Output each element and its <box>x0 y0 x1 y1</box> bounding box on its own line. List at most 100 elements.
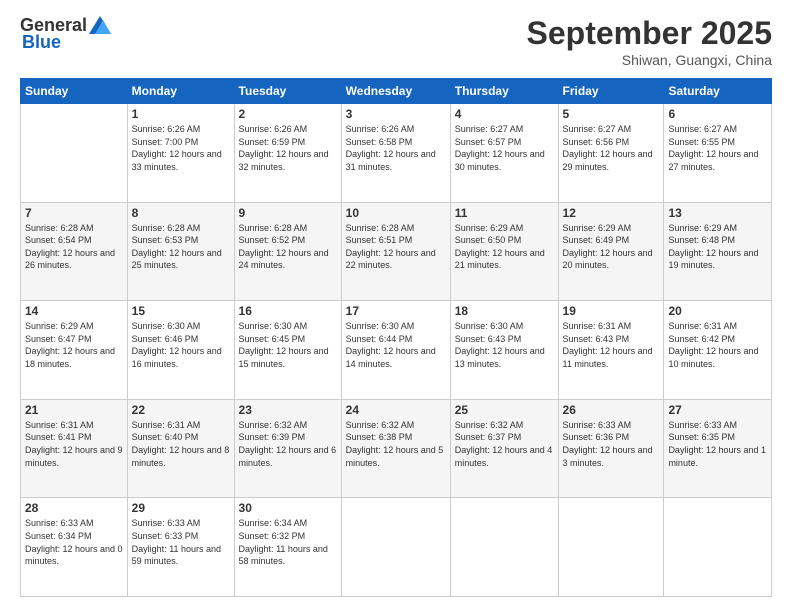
day-number: 23 <box>239 403 337 417</box>
calendar-cell: 9 Sunrise: 6:28 AM Sunset: 6:52 PM Daylig… <box>234 202 341 301</box>
weekday-header: Sunday <box>21 79 128 104</box>
calendar-cell: 6 Sunrise: 6:27 AM Sunset: 6:55 PM Daylig… <box>664 104 772 203</box>
calendar-cell: 10 Sunrise: 6:28 AM Sunset: 6:51 PM Dayli… <box>341 202 450 301</box>
day-info: Sunrise: 6:27 AM Sunset: 6:55 PM Dayligh… <box>668 123 767 173</box>
day-number: 21 <box>25 403 123 417</box>
day-number: 1 <box>132 107 230 121</box>
day-info: Sunrise: 6:30 AM Sunset: 6:44 PM Dayligh… <box>346 320 446 370</box>
day-number: 27 <box>668 403 767 417</box>
day-number: 5 <box>563 107 660 121</box>
weekday-header: Saturday <box>664 79 772 104</box>
day-number: 24 <box>346 403 446 417</box>
calendar-cell: 27 Sunrise: 6:33 AM Sunset: 6:35 PM Dayli… <box>664 399 772 498</box>
calendar-cell: 18Sunrise: 6:30 AM Sunset: 6:43 PM Dayli… <box>450 301 558 400</box>
day-number: 12 <box>563 206 660 220</box>
calendar-cell: 16Sunrise: 6:30 AM Sunset: 6:45 PM Dayli… <box>234 301 341 400</box>
logo-text-blue: Blue <box>22 32 61 53</box>
weekday-header: Friday <box>558 79 664 104</box>
calendar-cell <box>664 498 772 597</box>
logo-icon <box>89 16 111 34</box>
calendar-week-row: 21 Sunrise: 6:31 AM Sunset: 6:41 PM Dayli… <box>21 399 772 498</box>
calendar-cell: 19 Sunrise: 6:31 AM Sunset: 6:43 PM Dayli… <box>558 301 664 400</box>
day-info: Sunrise: 6:34 AM Sunset: 6:32 PM Dayligh… <box>239 517 337 567</box>
title-section: September 2025 Shiwan, Guangxi, China <box>527 15 772 68</box>
day-number: 28 <box>25 501 123 515</box>
day-number: 6 <box>668 107 767 121</box>
day-info: Sunrise: 6:28 AM Sunset: 6:52 PM Dayligh… <box>239 222 337 272</box>
weekday-header: Tuesday <box>234 79 341 104</box>
day-info: Sunrise: 6:33 AM Sunset: 6:33 PM Dayligh… <box>132 517 230 567</box>
day-number: 11 <box>455 206 554 220</box>
calendar-header-row: SundayMondayTuesdayWednesdayThursdayFrid… <box>21 79 772 104</box>
day-number: 7 <box>25 206 123 220</box>
day-number: 30 <box>239 501 337 515</box>
calendar-cell: 8Sunrise: 6:28 AM Sunset: 6:53 PM Daylig… <box>127 202 234 301</box>
day-info: Sunrise: 6:27 AM Sunset: 6:57 PM Dayligh… <box>455 123 554 173</box>
calendar-cell: 22 Sunrise: 6:31 AM Sunset: 6:40 PM Dayli… <box>127 399 234 498</box>
calendar-cell: 2Sunrise: 6:26 AM Sunset: 6:59 PM Daylig… <box>234 104 341 203</box>
day-info: Sunrise: 6:26 AM Sunset: 6:59 PM Dayligh… <box>239 123 337 173</box>
day-info: Sunrise: 6:31 AM Sunset: 6:41 PM Dayligh… <box>25 419 123 469</box>
day-info: Sunrise: 6:32 AM Sunset: 6:38 PM Dayligh… <box>346 419 446 469</box>
day-number: 20 <box>668 304 767 318</box>
day-info: Sunrise: 6:30 AM Sunset: 6:46 PM Dayligh… <box>132 320 230 370</box>
calendar-cell: 15 Sunrise: 6:30 AM Sunset: 6:46 PM Dayli… <box>127 301 234 400</box>
calendar-cell: 29 Sunrise: 6:33 AM Sunset: 6:33 PM Dayli… <box>127 498 234 597</box>
day-number: 18 <box>455 304 554 318</box>
calendar-week-row: 28Sunrise: 6:33 AM Sunset: 6:34 PM Dayli… <box>21 498 772 597</box>
weekday-header: Wednesday <box>341 79 450 104</box>
day-info: Sunrise: 6:30 AM Sunset: 6:45 PM Dayligh… <box>239 320 337 370</box>
calendar-cell: 4 Sunrise: 6:27 AM Sunset: 6:57 PM Daylig… <box>450 104 558 203</box>
calendar-cell: 11 Sunrise: 6:29 AM Sunset: 6:50 PM Dayli… <box>450 202 558 301</box>
day-info: Sunrise: 6:29 AM Sunset: 6:47 PM Dayligh… <box>25 320 123 370</box>
calendar-cell <box>450 498 558 597</box>
day-number: 10 <box>346 206 446 220</box>
calendar-cell <box>341 498 450 597</box>
day-number: 22 <box>132 403 230 417</box>
day-info: Sunrise: 6:26 AM Sunset: 7:00 PM Dayligh… <box>132 123 230 173</box>
day-number: 8 <box>132 206 230 220</box>
day-info: Sunrise: 6:27 AM Sunset: 6:56 PM Dayligh… <box>563 123 660 173</box>
calendar-week-row: 7Sunrise: 6:28 AM Sunset: 6:54 PM Daylig… <box>21 202 772 301</box>
calendar-cell: 23 Sunrise: 6:32 AM Sunset: 6:39 PM Dayli… <box>234 399 341 498</box>
day-info: Sunrise: 6:26 AM Sunset: 6:58 PM Dayligh… <box>346 123 446 173</box>
calendar-cell: 20 Sunrise: 6:31 AM Sunset: 6:42 PM Dayli… <box>664 301 772 400</box>
day-info: Sunrise: 6:29 AM Sunset: 6:49 PM Dayligh… <box>563 222 660 272</box>
location: Shiwan, Guangxi, China <box>527 52 772 68</box>
calendar-cell <box>558 498 664 597</box>
day-info: Sunrise: 6:28 AM Sunset: 6:51 PM Dayligh… <box>346 222 446 272</box>
day-info: Sunrise: 6:32 AM Sunset: 6:39 PM Dayligh… <box>239 419 337 469</box>
page: General Blue September 2025 Shiwan, Guan… <box>0 0 792 612</box>
calendar-cell: 26 Sunrise: 6:33 AM Sunset: 6:36 PM Dayli… <box>558 399 664 498</box>
day-info: Sunrise: 6:29 AM Sunset: 6:50 PM Dayligh… <box>455 222 554 272</box>
day-number: 13 <box>668 206 767 220</box>
day-number: 17 <box>346 304 446 318</box>
day-number: 4 <box>455 107 554 121</box>
calendar-cell: 14 Sunrise: 6:29 AM Sunset: 6:47 PM Dayli… <box>21 301 128 400</box>
day-info: Sunrise: 6:33 AM Sunset: 6:36 PM Dayligh… <box>563 419 660 469</box>
day-number: 19 <box>563 304 660 318</box>
day-number: 29 <box>132 501 230 515</box>
calendar-week-row: 14 Sunrise: 6:29 AM Sunset: 6:47 PM Dayli… <box>21 301 772 400</box>
day-number: 15 <box>132 304 230 318</box>
day-number: 26 <box>563 403 660 417</box>
calendar-cell: 1 Sunrise: 6:26 AM Sunset: 7:00 PM Daylig… <box>127 104 234 203</box>
calendar-cell: 25 Sunrise: 6:32 AM Sunset: 6:37 PM Dayli… <box>450 399 558 498</box>
calendar-cell: 30 Sunrise: 6:34 AM Sunset: 6:32 PM Dayli… <box>234 498 341 597</box>
logo: General Blue <box>20 15 111 53</box>
calendar-cell: 28Sunrise: 6:33 AM Sunset: 6:34 PM Dayli… <box>21 498 128 597</box>
calendar: SundayMondayTuesdayWednesdayThursdayFrid… <box>20 78 772 597</box>
day-number: 25 <box>455 403 554 417</box>
month-title: September 2025 <box>527 15 772 52</box>
weekday-header: Monday <box>127 79 234 104</box>
day-info: Sunrise: 6:31 AM Sunset: 6:43 PM Dayligh… <box>563 320 660 370</box>
calendar-week-row: 1 Sunrise: 6:26 AM Sunset: 7:00 PM Daylig… <box>21 104 772 203</box>
day-number: 14 <box>25 304 123 318</box>
day-number: 9 <box>239 206 337 220</box>
day-info: Sunrise: 6:31 AM Sunset: 6:42 PM Dayligh… <box>668 320 767 370</box>
calendar-cell: 24 Sunrise: 6:32 AM Sunset: 6:38 PM Dayli… <box>341 399 450 498</box>
day-info: Sunrise: 6:31 AM Sunset: 6:40 PM Dayligh… <box>132 419 230 469</box>
day-info: Sunrise: 6:32 AM Sunset: 6:37 PM Dayligh… <box>455 419 554 469</box>
calendar-cell <box>21 104 128 203</box>
day-info: Sunrise: 6:33 AM Sunset: 6:35 PM Dayligh… <box>668 419 767 469</box>
